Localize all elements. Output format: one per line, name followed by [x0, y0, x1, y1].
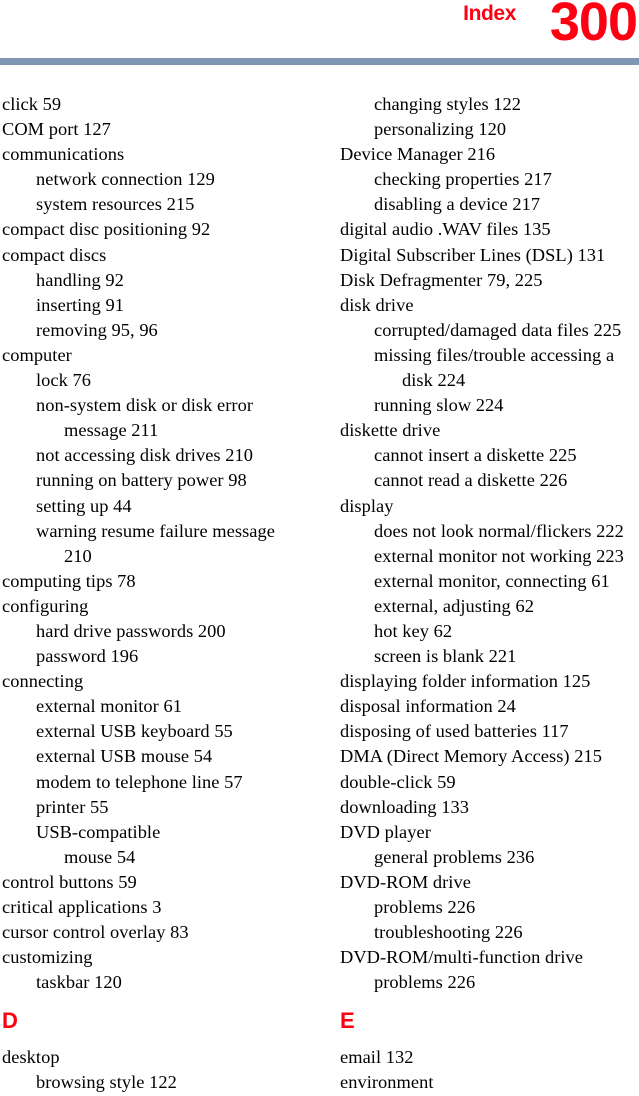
index-entry: connecting: [2, 671, 84, 692]
index-subentry: checking properties 217: [374, 169, 552, 190]
letter-section-heading: E: [340, 1008, 355, 1034]
index-subentry: taskbar 120: [36, 972, 122, 993]
index-entry: Digital Subscriber Lines (DSL) 131: [340, 244, 606, 265]
index-entry: compact discs: [2, 244, 107, 265]
index-entry: display: [340, 495, 394, 516]
index-entry: downloading 133: [340, 796, 469, 817]
index-entry: digital audio .WAV files 135: [340, 219, 551, 240]
index-subentry: inserting 91: [36, 294, 124, 315]
index-subentry: password 196: [36, 646, 139, 667]
index-subentry: removing 95, 96: [36, 319, 158, 340]
index-entry: computer: [2, 344, 72, 365]
index-subentry: not accessing disk drives 210: [36, 445, 253, 466]
index-subentry: system resources 215: [36, 194, 195, 215]
index-subentry: external USB mouse 54: [36, 746, 213, 767]
index-subentry: screen is blank 221: [374, 646, 517, 667]
index-subentry: modem to telephone line 57: [36, 771, 243, 792]
index-column-left: click 59 COM port 127 communications networ…: [2, 92, 302, 1092]
index-entry: desktop: [2, 1047, 60, 1068]
index-subentry: problems 226: [374, 972, 476, 993]
page-number: 300: [549, 0, 638, 52]
index-subentry: general problems 236: [374, 846, 535, 867]
letter-section-heading: D: [2, 1008, 18, 1034]
index-subentry: cannot insert a diskette 225: [374, 445, 577, 466]
index-entry: cursor control overlay 83: [2, 922, 189, 943]
index-body: click 59 COM port 127 communications networ…: [0, 92, 639, 1092]
index-subentry: printer 55: [36, 796, 109, 817]
index-subentry: does not look normal/flickers 222: [374, 520, 624, 541]
index-entry: disposing of used batteries 117: [340, 721, 569, 742]
index-subentry: problems 226: [374, 897, 476, 917]
index-entry: DMA (Direct Memory Access) 215: [340, 746, 602, 767]
index-entry: diskette drive: [340, 420, 441, 441]
index-entry: communications: [2, 144, 125, 165]
index-entry: Disk Defragmenter 79, 225: [340, 269, 543, 290]
index-entry: COM port 127: [2, 119, 111, 140]
index-entry: email 132: [340, 1047, 414, 1068]
index-subentry: hard drive passwords 200: [36, 620, 226, 641]
header-divider-rule: [0, 58, 639, 65]
index-subentry: disk 224: [402, 370, 466, 391]
index-subentry: missing files/trouble accessing a: [374, 344, 615, 365]
index-subentry: changing styles 122: [374, 94, 522, 114]
index-subentry: lock 76: [36, 370, 92, 391]
index-entry: disposal information 24: [340, 696, 516, 717]
page-header: Index 300: [0, 0, 639, 66]
index-entry: environment: [340, 1072, 434, 1093]
index-subentry: external monitor 61: [36, 696, 182, 717]
index-subentry: handling 92: [36, 269, 124, 290]
index-entry: DVD player: [340, 821, 431, 842]
index-entry: computing tips 78: [2, 570, 136, 591]
index-subentry: message 211: [64, 420, 159, 441]
index-subentry: external monitor not working 223: [374, 545, 624, 566]
index-subentry: running on battery power 98: [36, 470, 247, 491]
index-entry: control buttons 59: [2, 871, 137, 892]
index-entry: DVD-ROM/multi-function drive: [340, 947, 584, 968]
index-entry: displaying folder information 125: [340, 671, 591, 692]
index-entry: Device Manager 216: [340, 144, 496, 165]
page-section-label: Index: [463, 2, 516, 25]
index-entry: click 59: [2, 94, 62, 114]
index-subentry: personalizing 120: [374, 119, 507, 140]
index-subentry: troubleshooting 226: [374, 922, 523, 943]
index-subentry: non-system disk or disk error: [36, 395, 254, 416]
index-subentry: running slow 224: [374, 395, 504, 416]
index-entry: DVD-ROM drive: [340, 871, 471, 892]
index-entry: compact disc positioning 92: [2, 219, 211, 240]
index-subentry: browsing style 122: [36, 1072, 177, 1093]
index-subentry: network connection 129: [36, 169, 215, 190]
index-subentry: mouse 54: [64, 846, 136, 867]
index-subentry: setting up 44: [36, 495, 132, 516]
index-column-right: changing styles 122 personalizing 120 Devi…: [340, 92, 639, 1092]
index-subentry: 210: [64, 545, 92, 566]
index-subentry: corrupted/damaged data files 225: [374, 319, 622, 340]
index-subentry: external, adjusting 62: [374, 595, 534, 616]
index-entry: double-click 59: [340, 771, 456, 792]
index-subentry: external USB keyboard 55: [36, 721, 233, 742]
index-subentry: external monitor, connecting 61: [374, 570, 610, 591]
index-subentry: cannot read a diskette 226: [374, 470, 568, 491]
index-subentry: USB-compatible: [36, 821, 161, 842]
index-entry: critical applications 3: [2, 897, 162, 917]
index-entry: customizing: [2, 947, 93, 968]
index-entry: disk drive: [340, 294, 414, 315]
index-entry: configuring: [2, 595, 89, 616]
index-subentry: warning resume failure message: [36, 520, 275, 541]
index-subentry: disabling a device 217: [374, 194, 541, 215]
index-subentry: hot key 62: [374, 620, 453, 641]
